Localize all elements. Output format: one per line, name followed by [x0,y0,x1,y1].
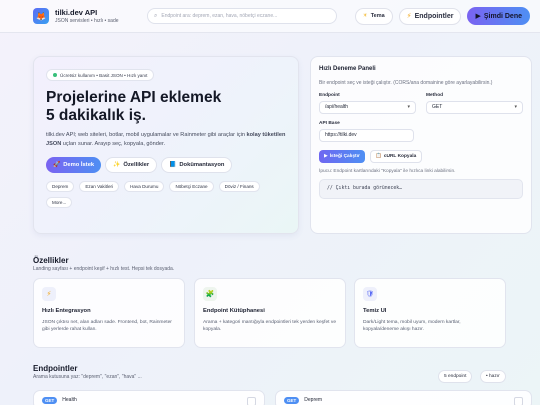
chip-more[interactable]: More... [46,197,73,208]
lightning-icon: ⚡ [42,287,56,301]
features-subtitle: Landing sayfası + endpoint keşif + hızlı… [33,266,175,272]
category-chips: Deprem Ezan Vakitleri Hava Durumu Nöbetç… [46,181,296,213]
status-dot-icon [53,73,57,77]
sparkle-icon: ✨ [113,162,121,168]
panel-hint: İpucu: Endpoint kartlarındaki "Kopyala" … [319,168,456,174]
panel-actions: ▶ İsteği Çalıştır 📋 cURL Kopyala [319,149,523,163]
chip-eczane[interactable]: Nöbetçi Eczane [169,181,214,192]
feature-desc: Dark/Light tema, mobil uyum, modern kart… [363,320,461,332]
play-icon: ▶ [475,13,481,20]
feature-card-integration: ⚡ Hızlı Entegrasyon JSON çıktısı net, al… [33,278,185,348]
api-base-label: API Base [319,120,340,126]
run-label: İsteği Çalıştır [329,153,360,159]
features-title: Özellikler [33,256,69,265]
rocket-icon: 🚀 [53,162,61,168]
copy-icon[interactable] [514,397,523,405]
feature-title: Endpoint Kütüphanesi [203,308,265,314]
feature-title: Hızlı Entegrasyon [42,308,91,314]
try-now-label: Şimdi Dene [483,12,522,20]
features-button[interactable]: ✨ Özellikler [105,157,158,173]
hero-title-line2: 5 dakikalık iş. [46,107,146,124]
response-output[interactable]: // Çıktı burada görünecek… [319,178,523,199]
hero-description: tilki.dev API; web siteleri, botlar, mob… [46,131,286,148]
copy-curl-button[interactable]: 📋 cURL Kopyala [369,149,423,163]
copy-icon[interactable] [247,397,256,405]
chevron-down-icon: ▾ [407,104,410,110]
chip-doviz[interactable]: Döviz / Finans [218,181,260,192]
play-icon: ▶ [324,153,328,159]
hero-desc-part2: uçları sunar. Arayıp seç, kopyala, gönde… [61,140,166,147]
run-request-button[interactable]: ▶ İsteği Çalıştır [319,149,365,163]
endpoint-card-health[interactable]: GET Health [33,390,265,405]
top-bar: 🦊 tilki.dev API JSON servisleri • hızlı … [0,0,540,33]
endpoints-label: Endpointler [414,12,454,20]
api-base-input[interactable]: https://tilki.dev [319,128,414,142]
endpoint-label: Endpoint [319,92,340,98]
endpoint-card-deprem[interactable]: GET Deprem [275,390,532,405]
method-col: Method GET ▾ [426,93,523,114]
endpoint-select[interactable]: /api/health ▾ [319,100,416,114]
endpoints-title: Endpointler [33,364,78,373]
feature-desc: JSON çıktısı net, alan adları sade. Fron… [42,320,172,332]
clipboard-icon: 📋 [375,153,382,159]
hero-title: Projelerine API eklemek 5 dakikalık iş. [46,89,286,125]
method-label: Method [426,92,444,98]
endpoint-col: Endpoint /api/health ▾ [319,93,416,114]
demo-label: Demo İstek [63,162,95,168]
endpoint-value: /api/health [325,104,349,110]
hero-desc-part1: tilki.dev API; web siteleri, botlar, mob… [46,132,247,138]
brand: tilki.dev API JSON servisleri • hızlı • … [55,8,135,24]
chip-ezan[interactable]: Ezan Vakitleri [79,181,120,192]
features-label: Özellikler [123,162,150,168]
endpoint-name: Health [62,397,77,403]
theme-label: Tema [370,13,385,19]
endpoints-nav-button[interactable]: ⚡ Endpointler [398,7,462,25]
method-select[interactable]: GET ▾ [426,100,523,114]
theme-toggle-button[interactable]: ☀ Tema [354,7,393,25]
book-icon: 📘 [169,162,177,168]
ready-badge: • hazır [480,370,506,383]
endpoint-name: Deprem [304,397,323,403]
hero-badge-text: Ücretsiz kullanım • Basit JSON • Hızlı y… [60,72,148,78]
search-placeholder: Endpoint ara: deprem, ezan, hava, nöbetç… [161,13,278,19]
shield-icon: 🛡 [363,287,377,301]
fox-logo-icon[interactable]: 🦊 [33,8,49,24]
quick-test-panel: Hızlı Deneme Paneli Bir endpoint seç ve … [310,56,532,234]
panel-title: Hızlı Deneme Paneli [319,66,376,72]
docs-button[interactable]: 📘 Dokümantasyon [161,157,233,173]
endpoints-subtitle: Arama kutusuna yaz: "deprem", "ezan", "h… [33,374,142,380]
method-value: GET [432,104,443,110]
app-subtitle: JSON servisleri • hızlı • sade [55,18,119,24]
api-base-value: https://tilki.dev [325,132,357,138]
app-title: tilki.dev API [55,8,98,17]
panel-description: Bir endpoint seç ve isteği çalıştır. (CO… [319,80,493,86]
search-icon: ⌕ [154,12,158,19]
hero-card: Ücretsiz kullanım • Basit JSON • Hızlı y… [33,56,299,234]
method-badge: GET [42,397,58,404]
sun-icon: ☀ [362,13,368,19]
feature-desc: Arama + kategori mantığıyla endpointleri… [203,320,337,332]
api-base-group: API Base https://tilki.dev [319,121,523,142]
lightning-icon: ⚡ [406,13,412,20]
chip-hava[interactable]: Hava Durumu [124,181,165,192]
feature-card-library: 🧩 Endpoint Kütüphanesi Arama + kategori … [194,278,346,348]
chip-deprem[interactable]: Deprem [46,181,75,192]
endpoint-method-row: Endpoint /api/health ▾ Method GET ▾ [319,93,523,114]
feature-card-clean-ui: 🛡 Temiz UI Dark/Light tema, mobil uyum, … [354,278,506,348]
method-badge: GET [284,397,300,404]
feature-title: Temiz UI [363,308,387,314]
curl-label: cURL Kopyala [383,153,417,159]
hero-title-line1: Projelerine API eklemek [46,89,222,106]
hero-badge: Ücretsiz kullanım • Basit JSON • Hızlı y… [46,69,155,81]
search-input[interactable]: ⌕ Endpoint ara: deprem, ezan, hava, nöbe… [147,8,337,24]
endpoint-count-badge: 5 endpoint [438,370,473,383]
hero-buttons: 🚀 Demo İstek ✨ Özellikler 📘 Dokümantasyo… [46,157,286,173]
puzzle-icon: 🧩 [203,287,217,301]
chevron-down-icon: ▾ [514,104,517,110]
docs-label: Dokümantasyon [179,162,225,168]
try-now-button[interactable]: ▶ Şimdi Dene [467,7,530,25]
demo-request-button[interactable]: 🚀 Demo İstek [46,157,102,173]
